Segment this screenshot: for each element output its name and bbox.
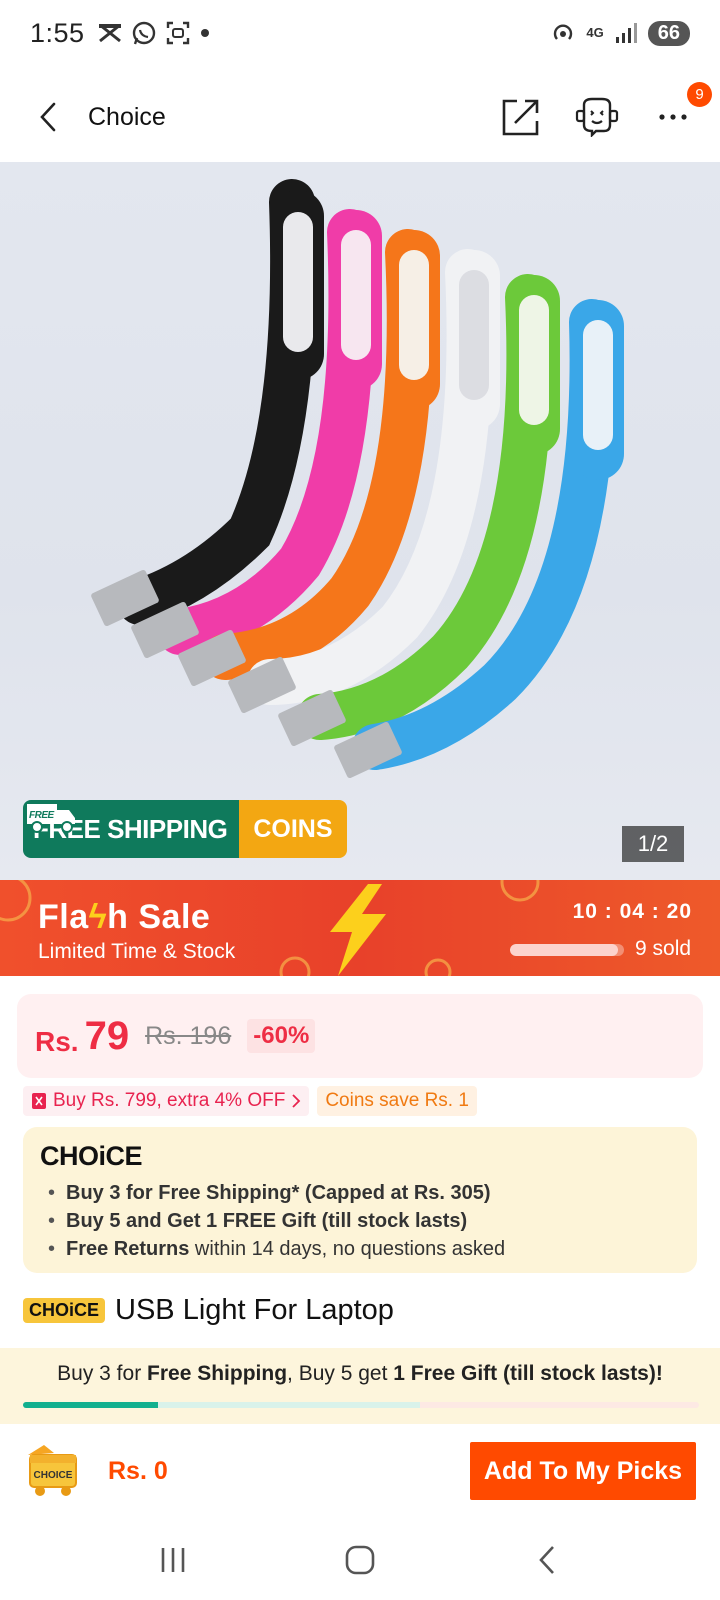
lightning-bolt-icon bbox=[330, 884, 386, 976]
cart-total: Rs. 0 bbox=[108, 1456, 168, 1485]
battery-level: 66 bbox=[647, 20, 690, 46]
home-button[interactable] bbox=[330, 1530, 390, 1590]
bundle-progress-fill bbox=[23, 1402, 159, 1408]
share-icon bbox=[502, 99, 539, 136]
coupon-offer-text: Buy Rs. 799, extra 4% OFF bbox=[53, 1090, 286, 1111]
bundle-text: Buy 3 for Free Shipping, Buy 5 get 1 Fre… bbox=[57, 1362, 663, 1385]
free-shipping-label: FREE FREE SHIPPING bbox=[23, 800, 240, 858]
share-button[interactable] bbox=[498, 94, 544, 140]
choice-cart-button[interactable]: CHOICE bbox=[24, 1443, 82, 1499]
choice-tag: CHOiCE bbox=[23, 1298, 106, 1323]
back-arrow-icon bbox=[538, 1546, 554, 1574]
sold-count: 9 sold bbox=[635, 937, 692, 960]
status-right-icons: 4G 66 bbox=[550, 20, 690, 46]
recent-apps-icon bbox=[162, 1548, 185, 1572]
recent-apps-button[interactable] bbox=[143, 1530, 203, 1590]
price-value: 79 bbox=[84, 1013, 130, 1058]
sold-progress-fill bbox=[510, 944, 619, 956]
add-to-picks-button[interactable]: Add To My Picks bbox=[470, 1442, 696, 1500]
svg-text:FREE: FREE bbox=[29, 810, 55, 821]
customer-service-button[interactable] bbox=[574, 94, 620, 140]
status-bar: 1:55 4G 66 bbox=[0, 0, 720, 66]
bundle-progress-track bbox=[23, 1402, 699, 1408]
status-notification-icons bbox=[97, 20, 211, 46]
original-price: Rs. 196 bbox=[145, 1021, 232, 1050]
countdown-timer: 10 : 04 : 20 bbox=[572, 900, 692, 923]
screenshot-icon bbox=[166, 21, 189, 45]
product-image bbox=[91, 179, 624, 779]
dot-icon bbox=[200, 29, 209, 37]
coins-chip[interactable]: Coins save Rs. 1 bbox=[317, 1086, 477, 1116]
price-card: Rs. 79 Rs. 196 -60% bbox=[17, 994, 703, 1078]
product-title: USB Light For Laptop bbox=[115, 1294, 394, 1326]
coupon-icon bbox=[32, 1093, 46, 1109]
top-nav-header: Choice 9 bbox=[0, 72, 720, 162]
bundle-banner: Buy 3 for Free Shipping, Buy 5 get 1 Fre… bbox=[0, 1348, 720, 1424]
system-back-button[interactable] bbox=[517, 1530, 577, 1590]
network-type: 4G bbox=[586, 25, 604, 40]
header-actions: 9 bbox=[498, 82, 712, 140]
product-title-row: CHOiCE USB Light For Laptop bbox=[23, 1294, 394, 1327]
shopping-cart-icon: CHOICE bbox=[28, 1445, 77, 1496]
home-icon bbox=[345, 1545, 375, 1575]
benefit-item: Buy 5 and Get 1 FREE Gift (till stock la… bbox=[40, 1207, 680, 1235]
free-shipping-badge: FREE FREE SHIPPING COINS bbox=[23, 800, 347, 858]
flash-sale-title: Flaϟh Sale bbox=[38, 898, 211, 936]
benefit-item: Buy 3 for Free Shipping* (Capped at Rs. … bbox=[40, 1179, 680, 1207]
chat-bot-icon bbox=[575, 97, 619, 137]
svg-text:CHOICE: CHOICE bbox=[34, 1470, 73, 1481]
whatsapp-icon bbox=[132, 21, 155, 45]
discount-badge: -60% bbox=[247, 1019, 316, 1053]
cast-icon bbox=[98, 23, 121, 43]
chevron-left-icon bbox=[40, 102, 56, 132]
signal-icon bbox=[615, 23, 637, 43]
page-title: Choice bbox=[88, 102, 166, 131]
bottom-action-bar: CHOICE Rs. 0 Add To My Picks bbox=[0, 1426, 720, 1516]
system-nav-bar bbox=[0, 1520, 720, 1600]
flash-sale-banner: Flaϟh Sale Limited Time & Stock 10 : 04 … bbox=[0, 880, 720, 976]
price-currency: Rs. bbox=[35, 1026, 79, 1057]
notification-badge: 9 bbox=[687, 82, 712, 107]
image-pager: 1/2 bbox=[622, 826, 684, 862]
status-time: 1:55 bbox=[30, 17, 85, 48]
sold-progress-bar bbox=[510, 944, 624, 956]
benefit-item: Free Returns within 14 days, no question… bbox=[40, 1235, 680, 1263]
chevron-right-icon bbox=[292, 1094, 301, 1108]
product-gallery[interactable]: FREE FREE SHIPPING COINS 1/2 bbox=[0, 162, 720, 880]
store-coupon-chip[interactable]: Buy Rs. 799, extra 4% OFF bbox=[23, 1086, 310, 1116]
choice-logo: CHOiCE bbox=[40, 1140, 143, 1171]
coins-label: COINS bbox=[239, 800, 347, 858]
hotspot-icon bbox=[554, 24, 573, 40]
choice-benefits-list: Buy 3 for Free Shipping* (Capped at Rs. … bbox=[40, 1179, 680, 1263]
choice-benefits[interactable]: CHOiCE Buy 3 for Free Shipping* (Capped … bbox=[23, 1127, 697, 1273]
promo-row: Buy Rs. 799, extra 4% OFF Coins save Rs.… bbox=[23, 1086, 477, 1116]
more-menu-button[interactable]: 9 bbox=[650, 82, 712, 140]
delivery-truck-icon: FREE bbox=[27, 804, 75, 833]
more-dots-icon bbox=[659, 114, 687, 120]
flash-sale-subtitle: Limited Time & Stock bbox=[38, 940, 236, 963]
back-button[interactable] bbox=[24, 93, 72, 141]
